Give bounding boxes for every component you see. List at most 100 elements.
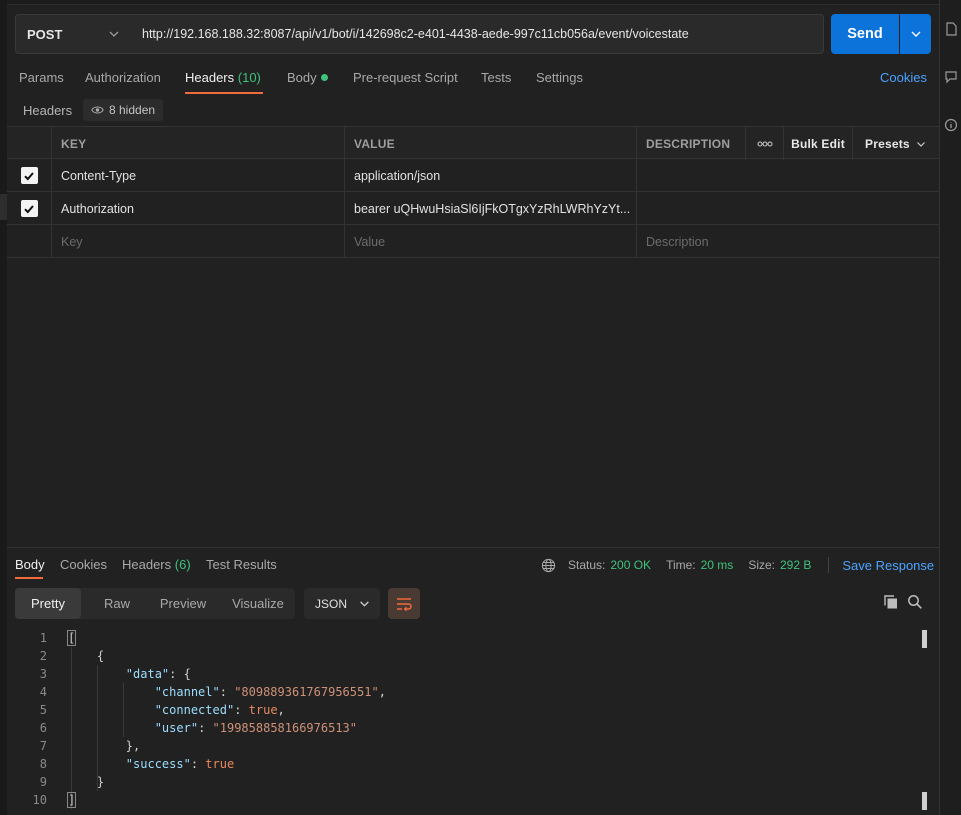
document-icon[interactable] (944, 22, 958, 36)
checkbox-checked[interactable] (20, 200, 38, 217)
status-label: Status: (568, 558, 606, 572)
table-row: Content-Type application/json (7, 159, 939, 192)
row-checkbox-cell (7, 159, 52, 192)
view-preview[interactable]: Preview (149, 588, 217, 619)
line-number: 3 (39, 667, 47, 681)
checkmark-icon (24, 204, 34, 213)
tab-settings[interactable]: Settings (536, 70, 583, 85)
bulk-edit-button[interactable]: Bulk Edit (784, 127, 853, 160)
view-pretty[interactable]: Pretty (15, 588, 81, 619)
header-description-cell[interactable] (637, 159, 939, 192)
chevron-down-icon (109, 31, 119, 37)
tab-test-results[interactable]: Test Results (206, 557, 277, 572)
line-number: 9 (39, 775, 47, 789)
more-horizontal-icon (757, 141, 772, 146)
code-line: 5 "connected": true, (7, 701, 939, 719)
json-value-user: "199858858166976513" (212, 721, 358, 735)
json-value-channel: "809889361767956551" (234, 685, 379, 699)
row-checkbox-cell (7, 192, 52, 225)
search-icon[interactable] (907, 594, 923, 610)
json-key-success: "success" (125, 757, 191, 771)
tab-pre-request-script[interactable]: Pre-request Script (353, 70, 458, 85)
line-number: 8 (39, 757, 47, 771)
json-key-channel: "channel" (154, 685, 220, 699)
chevron-down-icon (360, 601, 369, 607)
value-input[interactable]: Value (345, 225, 637, 258)
view-raw[interactable]: Raw (86, 588, 148, 619)
url-input[interactable]: http://192.168.188.32:8087/api/v1/bot/i/… (130, 14, 824, 54)
table-row: Authorization bearer uQHwuHsiaSl6IjFkOTg… (7, 192, 939, 225)
active-tab-underline (15, 577, 43, 579)
line-number: 6 (39, 721, 47, 735)
line-number: 2 (39, 649, 47, 663)
time-value: 20 ms (700, 558, 734, 572)
chevron-down-icon (911, 31, 920, 37)
info-icon[interactable] (944, 118, 958, 132)
hidden-headers-toggle[interactable]: 8 hidden (83, 99, 164, 121)
size-value: 292 B (780, 558, 812, 572)
hidden-count: 8 hidden (109, 103, 156, 117)
headers-table: KEY VALUE DESCRIPTION Bulk Edit Presets … (7, 126, 939, 258)
format-label: JSON (315, 596, 348, 611)
save-response-button[interactable]: Save Response (842, 558, 950, 573)
line-number: 7 (39, 739, 47, 753)
tab-response-cookies[interactable]: Cookies (60, 557, 107, 572)
header-key-cell[interactable]: Authorization (52, 192, 345, 225)
wrap-lines-button[interactable] (388, 588, 420, 619)
response-meta: Status: 200 OK Time: 20 ms Size: 292 B S… (541, 557, 950, 573)
body-indicator-dot (320, 74, 328, 81)
key-input[interactable]: Key (52, 225, 345, 258)
response-divider[interactable] (7, 547, 939, 548)
checkmark-icon (24, 171, 34, 180)
tab-headers[interactable]: Headers (10) (185, 70, 261, 85)
format-select[interactable]: JSON (304, 588, 380, 619)
presets-dropdown[interactable]: Presets (853, 127, 939, 160)
request-tabs: Params Authorization Headers (10) Body P… (7, 66, 939, 96)
column-value: VALUE (345, 127, 637, 160)
send-options-button[interactable] (900, 14, 931, 54)
size-label: Size: (748, 558, 775, 572)
code-line: 2 { (7, 647, 939, 665)
tab-response-headers[interactable]: Headers (6) (122, 557, 191, 572)
code-line: 8 "success": true (7, 755, 939, 773)
chevron-down-icon (916, 141, 925, 147)
table-row-empty: Key Value Description (7, 225, 939, 258)
comment-icon[interactable] (944, 70, 958, 84)
tab-tests[interactable]: Tests (481, 70, 511, 85)
time-label: Time: (666, 558, 696, 572)
more-options-button[interactable] (746, 127, 784, 160)
description-input[interactable]: Description (637, 225, 939, 258)
tab-body-label: Body (287, 70, 317, 85)
checkbox-checked[interactable] (20, 167, 38, 184)
line-number: 10 (32, 793, 47, 807)
eye-icon (91, 106, 104, 114)
row-marker (0, 194, 7, 220)
copy-icon[interactable] (883, 594, 899, 610)
response-tabs: Body Cookies Headers (6) Test Results St… (7, 553, 950, 581)
header-value-cell[interactable]: bearer uQHwuHsiaSl6IjFkOTgxYzRhLWRhYzYt.… (345, 192, 637, 225)
json-key-data: "data" (125, 667, 170, 681)
top-border (7, 0, 939, 5)
method-select[interactable]: POST (15, 14, 131, 54)
tab-params[interactable]: Params (19, 70, 64, 85)
right-sidebar (939, 0, 961, 815)
method-label: POST (27, 26, 63, 42)
tab-body[interactable]: Body (287, 70, 328, 85)
tab-headers-label: Headers (185, 70, 235, 85)
tab-response-body[interactable]: Body (15, 557, 45, 572)
view-visualize[interactable]: Visualize (223, 588, 293, 619)
cookies-link[interactable]: Cookies (880, 70, 927, 85)
line-number: 1 (39, 631, 47, 645)
tab-authorization[interactable]: Authorization (85, 70, 161, 85)
line-number: 5 (39, 703, 47, 717)
globe-icon[interactable] (541, 558, 556, 573)
response-body-code[interactable]: 1[ 2 { 3 "data": { 4 "channel": "8098893… (7, 629, 939, 815)
header-key-cell[interactable]: Content-Type (52, 159, 345, 192)
column-description: DESCRIPTION (637, 127, 746, 160)
json-key-user: "user" (154, 721, 199, 735)
header-description-cell[interactable] (637, 192, 939, 225)
column-key: KEY (52, 127, 345, 160)
send-button[interactable]: Send (831, 14, 899, 54)
header-value-cell[interactable]: application/json (345, 159, 637, 192)
row-checkbox-cell (7, 225, 52, 258)
